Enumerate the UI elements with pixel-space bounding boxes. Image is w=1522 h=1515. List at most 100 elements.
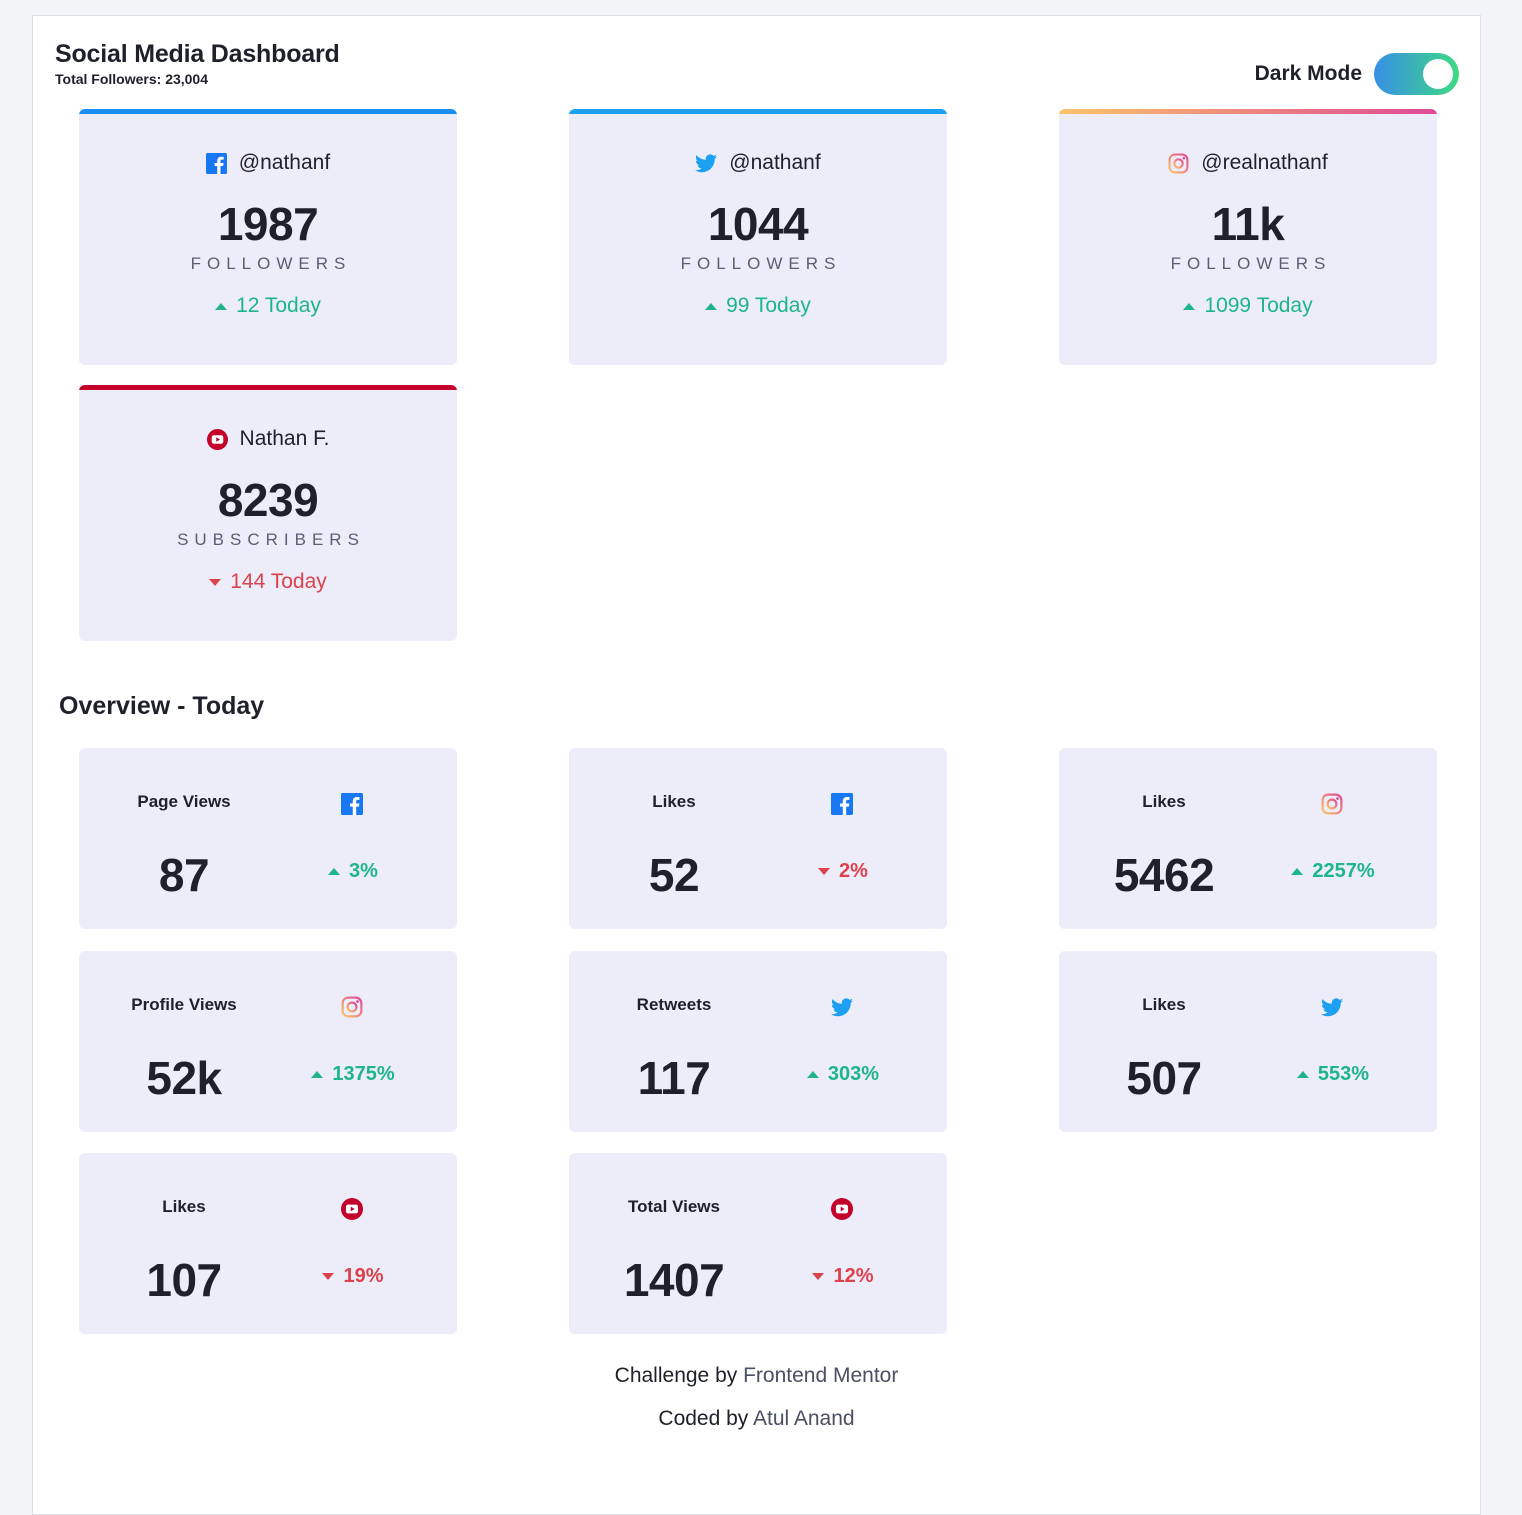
metric-value: 52: [648, 849, 700, 901]
overview-card-facebook-likes[interactable]: Likes 52 2%: [569, 748, 947, 929]
instagram-icon: [1320, 792, 1344, 816]
frontend-mentor-link[interactable]: Frontend Mentor: [743, 1364, 898, 1387]
metric-value: 5462: [1113, 849, 1215, 901]
instagram-icon: [1168, 153, 1189, 174]
metric-change: 2257%: [1269, 860, 1397, 883]
follower-card-instagram[interactable]: @realnathanf 11k FOLLOWERS 1099 Today: [1059, 109, 1437, 365]
instagram-icon: [340, 995, 364, 1019]
facebook-icon: [830, 792, 854, 816]
metric-change-text: 1375%: [332, 1063, 395, 1085]
overview-card-total-views[interactable]: Total Views 1407 12%: [569, 1153, 947, 1334]
metric-change-text: 12%: [833, 1265, 874, 1287]
dashboard-page: Social Media Dashboard Total Followers: …: [32, 15, 1481, 1515]
follower-count: 1987: [217, 198, 319, 250]
metric-label: Retweets: [636, 995, 712, 1014]
account-handle: @nathanf: [238, 151, 331, 174]
metric-change: 553%: [1269, 1063, 1397, 1086]
today-change-text: 144 Today: [230, 570, 327, 593]
metric-value: 107: [146, 1254, 222, 1306]
metric-change-text: 2257%: [1312, 860, 1375, 882]
today-change: 144 Today: [79, 570, 457, 594]
metric-value: 52k: [146, 1052, 222, 1104]
arrow-up-icon: [1183, 302, 1196, 310]
metric-label: Likes: [1142, 792, 1186, 811]
today-change: 12 Today: [79, 294, 457, 318]
arrow-down-icon: [818, 868, 831, 875]
follower-unit: FOLLOWERS: [1170, 254, 1332, 273]
overview-card-youtube-likes[interactable]: Likes 107 19%: [79, 1153, 457, 1334]
follower-unit: FOLLOWERS: [680, 254, 842, 273]
arrow-down-icon: [209, 578, 222, 586]
twitter-icon: [695, 153, 718, 173]
total-followers: Total Followers: 23,004: [55, 71, 209, 87]
youtube-icon: [340, 1197, 364, 1221]
metric-change-text: 303%: [827, 1063, 880, 1085]
account-handle: @realnathanf: [1201, 151, 1328, 174]
metric-label: Page Views: [137, 792, 231, 811]
account-handle: Nathan F.: [239, 427, 330, 450]
footer-challenge-prefix: Challenge by: [614, 1364, 738, 1387]
today-change: 99 Today: [569, 294, 947, 318]
arrow-up-icon: [311, 1071, 324, 1078]
author-link[interactable]: Atul Anand: [753, 1407, 855, 1430]
arrow-up-icon: [328, 868, 341, 875]
arrow-up-icon: [806, 1071, 819, 1078]
card-accent-bar: [1059, 109, 1437, 114]
follower-card-twitter[interactable]: @nathanf 1044 FOLLOWERS 99 Today: [569, 109, 947, 365]
metric-change: 12%: [779, 1265, 907, 1288]
card-accent-bar: [79, 385, 457, 390]
metric-label: Total Views: [628, 1197, 720, 1216]
metric-label: Likes: [162, 1197, 206, 1216]
youtube-icon: [830, 1197, 854, 1221]
page-title: Social Media Dashboard: [55, 40, 340, 68]
metric-value: 507: [1126, 1052, 1202, 1104]
follower-count: 1044: [707, 198, 809, 250]
metric-label: Likes: [652, 792, 696, 811]
metric-label: Likes: [1142, 995, 1186, 1014]
metric-change: 19%: [289, 1265, 417, 1288]
footer-coded: Coded by Atul Anand: [33, 1407, 1480, 1431]
metric-change: 3%: [289, 860, 417, 883]
arrow-up-icon: [705, 302, 718, 310]
twitter-icon: [830, 995, 854, 1019]
dark-mode-control: Dark Mode: [1255, 53, 1459, 95]
follower-unit: SUBSCRIBERS: [177, 530, 365, 549]
overview-card-twitter-likes[interactable]: Likes 507 553%: [1059, 951, 1437, 1132]
dark-mode-label: Dark Mode: [1254, 62, 1362, 85]
follower-card-youtube[interactable]: Nathan F. 8239 SUBSCRIBERS 144 Today: [79, 385, 457, 641]
metric-label: Profile Views: [131, 995, 237, 1014]
card-accent-bar: [569, 109, 947, 114]
facebook-icon: [205, 152, 227, 174]
today-change-text: 99 Today: [726, 294, 811, 317]
arrow-down-icon: [812, 1273, 825, 1280]
youtube-icon: [206, 428, 228, 450]
overview-card-page-views[interactable]: Page Views 87 3%: [79, 748, 457, 929]
metric-change: 2%: [779, 860, 907, 883]
follower-unit: FOLLOWERS: [190, 254, 352, 273]
metric-change: 303%: [779, 1063, 907, 1086]
follower-card-facebook[interactable]: @nathanf 1987 FOLLOWERS 12 Today: [79, 109, 457, 365]
metric-value: 1407: [623, 1254, 725, 1306]
follower-count: 11k: [1211, 198, 1285, 250]
metric-change: 1375%: [289, 1063, 417, 1086]
footer-coded-prefix: Coded by: [658, 1407, 749, 1430]
card-accent-bar: [79, 109, 457, 114]
toggle-knob[interactable]: [1423, 59, 1453, 89]
overview-card-instagram-likes[interactable]: Likes 5462 2257%: [1059, 748, 1437, 929]
twitter-icon: [1320, 995, 1344, 1019]
metric-change-text: 3%: [349, 860, 378, 882]
today-change: 1099 Today: [1059, 294, 1437, 318]
metric-change-text: 2%: [839, 860, 868, 882]
today-change-text: 12 Today: [236, 294, 321, 317]
today-change-text: 1099 Today: [1204, 294, 1313, 317]
metric-value: 87: [158, 849, 210, 901]
overview-card-profile-views[interactable]: Profile Views 52k 1375%: [79, 951, 457, 1132]
overview-card-retweets[interactable]: Retweets 117 303%: [569, 951, 947, 1132]
arrow-up-icon: [1296, 1071, 1309, 1078]
dark-mode-toggle[interactable]: [1374, 53, 1459, 95]
account-handle: @nathanf: [729, 151, 821, 174]
arrow-up-icon: [215, 302, 228, 310]
footer-challenge: Challenge by Frontend Mentor: [33, 1364, 1480, 1388]
metric-value: 117: [637, 1052, 711, 1104]
metric-change-text: 19%: [343, 1265, 384, 1287]
